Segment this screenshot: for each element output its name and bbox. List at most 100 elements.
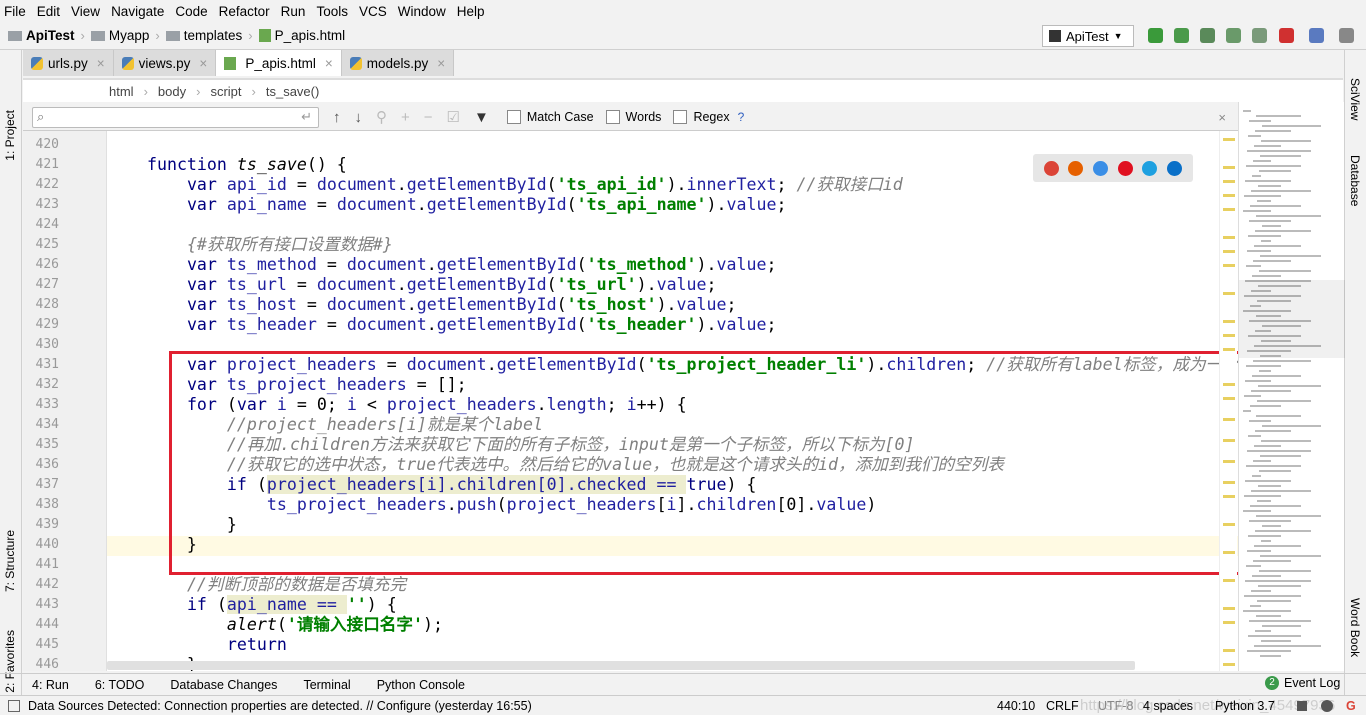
menu-vcs[interactable]: VCS	[359, 4, 387, 19]
close-find-icon[interactable]: ×	[1218, 110, 1226, 125]
tab-urls-py[interactable]: urls.py ×	[23, 50, 114, 76]
stripe-marker[interactable]	[1223, 334, 1235, 337]
tool-window-database-changes[interactable]: Database Changes	[170, 678, 277, 692]
line-separator[interactable]: CRLF	[1046, 699, 1079, 713]
menu-refactor[interactable]: Refactor	[219, 4, 270, 19]
close-tab-icon[interactable]: ×	[199, 56, 207, 71]
tool-window-python-console[interactable]: Python Console	[377, 678, 465, 692]
code-line[interactable]: alert('请输入接口名字');	[107, 615, 443, 635]
status-message[interactable]: Data Sources Detected: Connection proper…	[28, 699, 532, 713]
code-line[interactable]: var ts_url = document.getElementById('ts…	[107, 275, 717, 295]
stripe-marker[interactable]	[1223, 439, 1235, 442]
breadcrumb-item[interactable]: ts_save()	[266, 84, 319, 99]
caret-position[interactable]: 440:10	[997, 699, 1035, 713]
nav-project[interactable]: ApiTest	[8, 28, 75, 43]
indent-setting[interactable]: 4 spaces	[1143, 699, 1193, 713]
menu-edit[interactable]: Edit	[37, 4, 60, 19]
breadcrumb-item[interactable]: script	[210, 84, 241, 99]
tool-window-terminal[interactable]: Terminal	[303, 678, 350, 692]
menu-tools[interactable]: Tools	[316, 4, 348, 19]
filter-icon[interactable]: ▼	[474, 109, 489, 126]
nav-file[interactable]: P_apis.html	[258, 28, 345, 43]
regex-help-link[interactable]: ?	[738, 110, 745, 124]
menu-help[interactable]: Help	[457, 4, 485, 19]
tab-models-py[interactable]: models.py ×	[341, 50, 455, 76]
tool-word-book[interactable]: Word Book	[1348, 598, 1362, 657]
stripe-marker[interactable]	[1223, 418, 1235, 421]
firefox-icon[interactable]	[1068, 160, 1084, 176]
stripe-marker[interactable]	[1223, 264, 1235, 267]
stripe-marker[interactable]	[1223, 320, 1235, 323]
stripe-marker[interactable]	[1223, 208, 1235, 211]
stripe-marker[interactable]	[1223, 138, 1235, 141]
select-all-icon[interactable]: ☑	[447, 108, 460, 126]
nav-folder-templates[interactable]: templates	[165, 28, 242, 43]
code-line[interactable]: var ts_header = document.getElementById(…	[107, 315, 777, 335]
tool-sciview[interactable]: SciView	[1348, 78, 1362, 120]
stripe-marker[interactable]	[1223, 236, 1235, 239]
run-configuration-select[interactable]: ApiTest ▼	[1042, 25, 1134, 47]
stripe-marker[interactable]	[1223, 621, 1235, 624]
toggle-panel-icon[interactable]	[8, 699, 20, 712]
code-minimap[interactable]	[1238, 102, 1345, 671]
stripe-marker[interactable]	[1223, 481, 1235, 484]
safari-icon[interactable]	[1093, 160, 1109, 176]
stripe-marker[interactable]	[1223, 348, 1235, 351]
code-line[interactable]: {#获取所有接口设置数据#}	[107, 235, 393, 255]
opera-icon[interactable]	[1117, 160, 1133, 176]
search-input[interactable]: ⌕ ↵	[32, 106, 319, 128]
next-occurrence-icon[interactable]: ↓	[355, 109, 363, 126]
menu-run[interactable]: Run	[281, 4, 306, 19]
stripe-marker[interactable]	[1223, 551, 1235, 554]
nav-folder-myapp[interactable]: Myapp	[90, 28, 149, 43]
profile-icon[interactable]	[1226, 28, 1241, 43]
stripe-marker[interactable]	[1223, 180, 1235, 183]
concurrency-icon[interactable]	[1252, 28, 1267, 43]
stripe-marker[interactable]	[1223, 250, 1235, 253]
stripe-marker[interactable]	[1223, 495, 1235, 498]
tab-p-apis-html[interactable]: P_apis.html ×	[216, 50, 342, 76]
stripe-marker[interactable]	[1223, 607, 1235, 610]
menu-navigate[interactable]: Navigate	[111, 4, 164, 19]
close-tab-icon[interactable]: ×	[97, 56, 105, 71]
event-log-button[interactable]: 2 Event Log	[1265, 676, 1340, 690]
stripe-marker[interactable]	[1223, 579, 1235, 582]
add-selection-icon[interactable]: +	[401, 109, 410, 126]
match-case-checkbox[interactable]: Match Case	[506, 110, 594, 124]
breadcrumb-item[interactable]: html	[109, 84, 134, 99]
code-line[interactable]: var ts_method = document.getElementById(…	[107, 255, 777, 275]
file-encoding[interactable]: UTF-8	[1098, 699, 1133, 713]
code-line[interactable]: var api_name = document.getElementById('…	[107, 195, 787, 215]
tool-window-4-run[interactable]: 4: Run	[32, 678, 69, 692]
search-everywhere-icon[interactable]	[1339, 28, 1354, 43]
chrome-icon[interactable]	[1043, 160, 1059, 176]
stripe-marker[interactable]	[1223, 663, 1235, 666]
stripe-marker[interactable]	[1223, 523, 1235, 526]
menu-file[interactable]: File	[4, 4, 26, 19]
edge-icon[interactable]	[1167, 160, 1183, 176]
close-tab-icon[interactable]: ×	[325, 56, 333, 71]
horizontal-scrollbar[interactable]	[107, 661, 1135, 670]
stripe-marker[interactable]	[1223, 460, 1235, 463]
stripe-marker[interactable]	[1223, 383, 1235, 386]
stripe-marker[interactable]	[1223, 292, 1235, 295]
tool-window-6-todo[interactable]: 6: TODO	[95, 678, 145, 692]
lock-icon[interactable]	[1297, 700, 1307, 711]
stripe-marker[interactable]	[1223, 166, 1235, 169]
menu-view[interactable]: View	[71, 4, 100, 19]
error-stripe[interactable]	[1219, 131, 1237, 671]
tool-structure[interactable]: 7: Structure	[3, 530, 17, 592]
python-interpreter[interactable]: Python 3.7	[1215, 699, 1275, 713]
tab-views-py[interactable]: views.py ×	[113, 50, 217, 76]
code-line[interactable]: if (api_name == '') {	[107, 595, 397, 615]
tool-project[interactable]: 1: Project	[3, 110, 17, 161]
stripe-marker[interactable]	[1223, 649, 1235, 652]
words-checkbox[interactable]: Words	[605, 110, 661, 124]
code-line[interactable]: return	[107, 635, 287, 655]
rerun-icon[interactable]	[1148, 28, 1163, 43]
code-line[interactable]: var ts_host = document.getElementById('t…	[107, 295, 737, 315]
code-line[interactable]: var api_id = document.getElementById('ts…	[107, 175, 903, 195]
menu-code[interactable]: Code	[175, 4, 207, 19]
regex-checkbox[interactable]: Regex	[673, 110, 730, 124]
inspector-icon[interactable]	[1321, 699, 1333, 712]
